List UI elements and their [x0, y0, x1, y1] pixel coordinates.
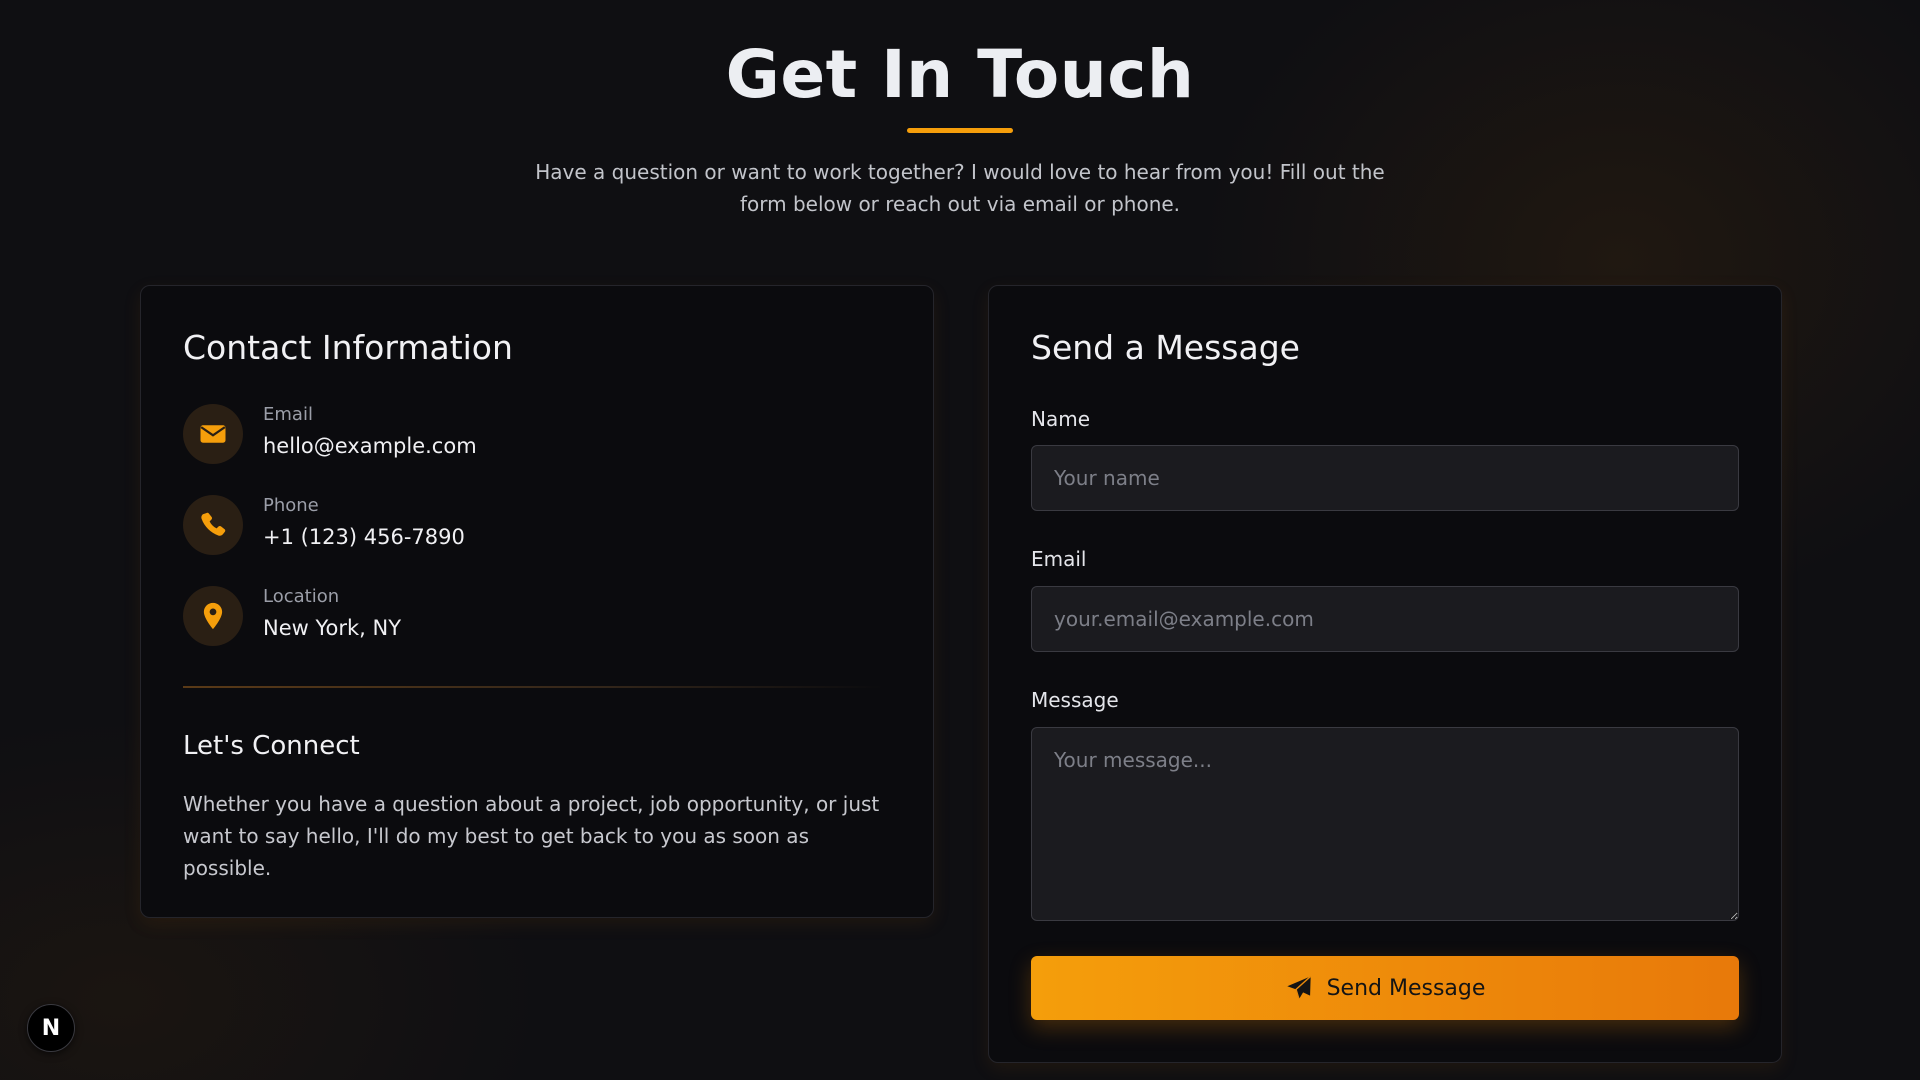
- name-label: Name: [1031, 407, 1091, 431]
- section-divider: [183, 686, 883, 688]
- title-underline: [907, 128, 1013, 133]
- page-subtitle: Have a question or want to work together…: [535, 160, 1385, 216]
- message-form-card: Send a Message Name Email Message Send M…: [988, 285, 1782, 1063]
- contact-item-phone: Phone +1 (123) 456-7890: [183, 495, 883, 555]
- contact-item-label: Location: [263, 586, 340, 607]
- page-title: Get In Touch: [725, 36, 1195, 113]
- contact-phone-value[interactable]: +1 (123) 456-7890: [263, 523, 465, 551]
- send-message-label: Send Message: [1326, 975, 1486, 1001]
- message-form-title: Send a Message: [1031, 328, 1300, 367]
- contact-location-value: New York, NY: [263, 616, 402, 640]
- contact-item-location: Location New York, NY: [183, 586, 883, 646]
- contact-item-email: Email hello@example.com: [183, 404, 883, 464]
- message-label: Message: [1031, 688, 1119, 712]
- name-input[interactable]: [1031, 445, 1739, 511]
- contact-email-value[interactable]: hello@example.com: [263, 432, 477, 460]
- paper-plane-icon: [1286, 975, 1311, 1000]
- contact-info-title: Contact Information: [183, 328, 513, 367]
- email-input[interactable]: [1031, 586, 1739, 652]
- dev-badge-letter: N: [41, 1015, 61, 1041]
- connect-title: Let's Connect: [183, 731, 360, 761]
- email-label: Email: [1031, 547, 1087, 571]
- send-message-button[interactable]: Send Message: [1031, 956, 1739, 1020]
- contact-info-card: Contact Information Email hello@example.…: [140, 285, 934, 918]
- envelope-icon: [183, 404, 243, 464]
- connect-text: Whether you have a question about a proj…: [183, 792, 880, 880]
- map-pin-icon: [183, 586, 243, 646]
- message-textarea[interactable]: [1031, 727, 1739, 921]
- contact-item-label: Email: [263, 404, 313, 425]
- nextjs-logo-icon[interactable]: N: [27, 1004, 75, 1052]
- phone-icon: [183, 495, 243, 555]
- contact-item-label: Phone: [263, 495, 319, 516]
